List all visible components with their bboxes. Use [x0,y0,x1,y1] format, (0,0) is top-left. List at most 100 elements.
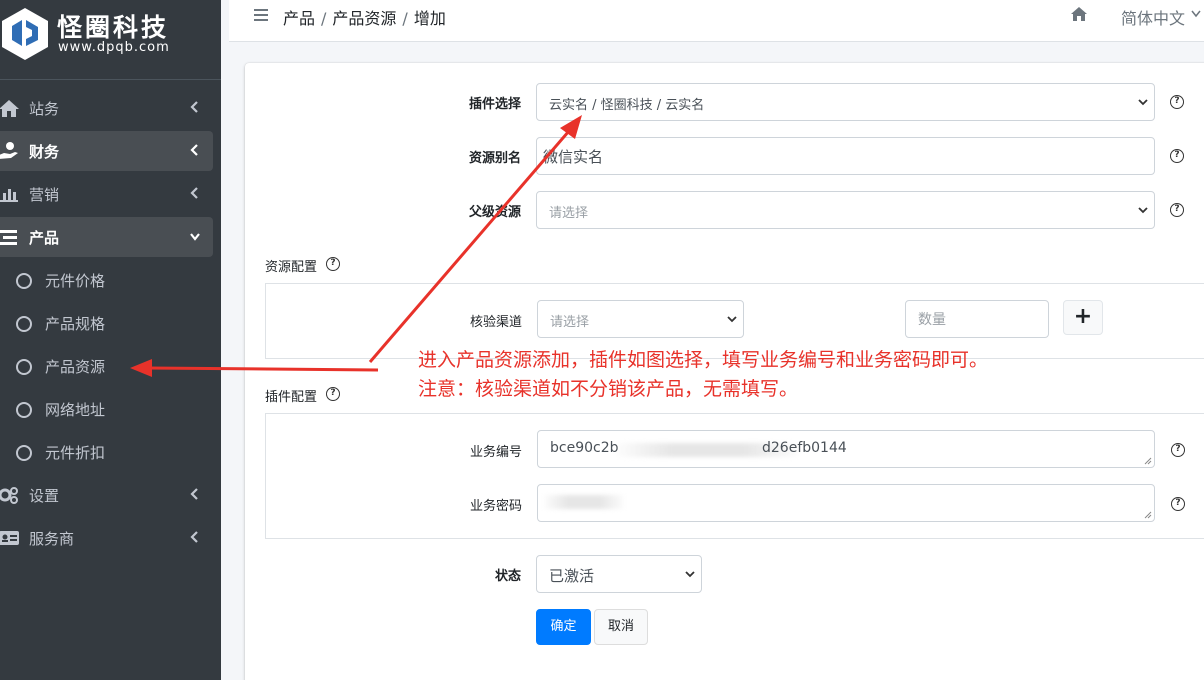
circle-icon [16,316,32,332]
resize-handle-icon[interactable] [1144,457,1152,465]
chevron-left-icon [190,531,198,543]
breadcrumb: 产品 / 产品资源 / 增加 [283,5,446,29]
sidebar-nav: 站务 财务 营销 产品 元件价格 产品规格 产品资源 网络地址 元件折扣 设置 … [0,88,221,561]
annotation-text-line2: 注意：核验渠道如不分销该产品，无需填写。 [418,378,799,400]
sidebar-item-label: 元件价格 [45,272,106,290]
add-button[interactable]: + [1063,300,1103,335]
chevron-left-icon [190,144,198,156]
sidebar-item-settings[interactable]: 设置 [0,475,213,515]
circle-icon [16,359,32,375]
sidebar-item-label: 产品 [29,229,60,247]
help-icon[interactable]: ? [1170,149,1184,163]
chevron-down-icon [190,233,200,241]
sidebar-item-label: 营销 [29,186,60,204]
language-selector[interactable]: 简体中文 [1121,5,1185,29]
logo-icon [2,8,48,60]
sidebar: 怪圈科技 www.dpqb.com 站务 财务 营销 产品 元件价格 产品规格 … [0,0,221,680]
biz-no-value-start: bce90c2b [550,440,619,456]
help-icon[interactable]: ? [1170,95,1184,109]
chevron-down-icon [1191,10,1201,18]
help-icon[interactable]: ? [1171,443,1185,457]
help-icon[interactable]: ? [1171,497,1185,511]
sidebar-subitem-network-address[interactable]: 网络地址 [0,389,213,429]
annotation-text-line1: 进入产品资源添加，插件如图选择，填写业务编号和业务密码即可。 [418,349,989,371]
chevron-left-icon [190,488,198,500]
chevron-left-icon [190,101,198,113]
home-icon[interactable] [1070,6,1088,22]
biz-no-textarea[interactable]: bce90c2b d26efb0144 [537,430,1155,468]
channel-select[interactable]: 请选择 [537,300,744,338]
plugin-select[interactable]: 云实名 / 怪圈科技 / 云实名 [536,83,1155,121]
sidebar-subitem-product-spec[interactable]: 产品规格 [0,303,213,343]
status-select[interactable]: 已激活 [536,555,702,593]
plugin-select-value: 云实名 / 怪圈科技 / 云实名 [549,98,705,113]
alias-input[interactable]: 微信实名 [536,137,1155,175]
breadcrumb-item[interactable]: 产品 [283,9,315,28]
breadcrumb-item[interactable]: 产品资源 [332,9,396,28]
bar-chart-icon [0,187,18,202]
channel-select-placeholder: 请选择 [550,315,590,330]
circle-icon [16,273,32,289]
breadcrumb-item: 增加 [413,9,446,28]
resource-config-title-text: 资源配置 [265,260,318,275]
breadcrumb-separator: / [402,9,408,28]
plugin-config-box: 业务编号 bce90c2b d26efb0144 ? 业务密码 ? [265,413,1204,539]
cancel-button[interactable]: 取消 [594,609,648,645]
channel-label: 核验渠道 [469,315,522,330]
parent-select-placeholder: 请选择 [549,206,589,221]
resource-config-title: 资源配置 [265,256,317,275]
sidebar-item-label: 服务商 [29,530,75,548]
sidebar-item-finance[interactable]: 财务 [0,131,213,171]
status-select-value: 已激活 [549,567,595,585]
sidebar-item-provider[interactable]: 服务商 [0,518,213,558]
parent-label: 父级资源 [468,205,521,220]
sidebar-item-label: 产品规格 [45,315,106,333]
quantity-input[interactable]: 数量 [905,300,1049,338]
brand-name: 怪圈科技 [57,13,170,42]
biz-no-label: 业务编号 [469,445,522,460]
sidebar-subitem-product-resource[interactable]: 产品资源 [0,346,213,386]
circle-icon [16,445,32,461]
home-icon [0,100,19,117]
sidebar-item-label: 设置 [29,487,60,505]
sidebar-subitem-component-discount[interactable]: 元件折扣 [0,432,213,472]
chevron-down-icon [1138,207,1148,214]
sidebar-item-label: 站务 [29,100,60,118]
status-label: 状态 [494,569,521,584]
sidebar-item-label: 网络地址 [45,401,106,419]
help-icon[interactable]: ? [326,387,340,401]
chevron-down-icon [685,571,695,578]
biz-pwd-textarea[interactable] [537,484,1155,522]
sidebar-item-label: 元件折扣 [45,444,106,462]
gears-icon [0,487,18,504]
brand-url: www.dpqb.com [58,40,170,55]
chevron-down-icon [727,316,737,323]
biz-pwd-label: 业务密码 [469,499,522,514]
sidebar-item-label: 产品资源 [45,358,106,376]
sidebar-item-label: 财务 [29,143,60,161]
resize-handle-icon[interactable] [1144,511,1152,519]
plugin-config-title-text: 插件配置 [265,390,318,405]
sidebar-item-marketing[interactable]: 营销 [0,174,213,214]
chevron-down-icon [1138,99,1148,106]
breadcrumb-separator: / [321,9,327,28]
plugin-select-label: 插件选择 [468,97,521,112]
redacted-mask [544,495,624,509]
chevron-left-icon [190,187,198,199]
biz-no-value-end: d26efb0144 [762,440,847,456]
sidebar-item-site[interactable]: 站务 [0,88,213,128]
id-card-icon [0,531,19,545]
parent-select[interactable]: 请选择 [536,191,1155,229]
plugin-config-title: 插件配置 [265,386,317,405]
sidebar-subitem-component-price[interactable]: 元件价格 [0,260,213,300]
alias-label: 资源别名 [468,151,521,166]
help-icon[interactable]: ? [1170,203,1184,217]
brand[interactable]: 怪圈科技 www.dpqb.com [0,0,221,80]
confirm-button[interactable]: 确定 [536,609,591,645]
hamburger-icon[interactable] [253,7,269,23]
help-icon[interactable]: ? [326,257,340,271]
hand-money-icon [0,142,18,159]
topbar: 产品 / 产品资源 / 增加 简体中文 [229,0,1204,42]
circle-icon [16,402,32,418]
sidebar-item-product[interactable]: 产品 [0,217,213,257]
